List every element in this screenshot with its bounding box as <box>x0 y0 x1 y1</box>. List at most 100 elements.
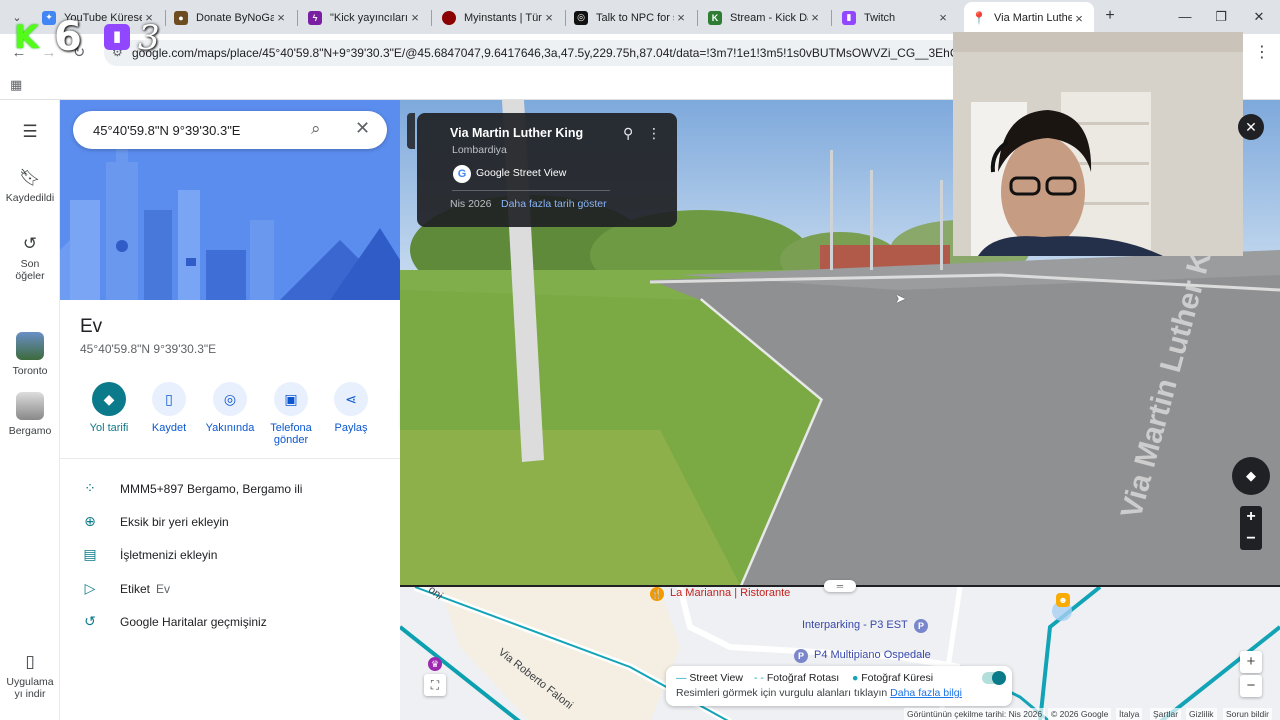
tab-twitch[interactable]: ▮ Twitch × <box>834 4 958 31</box>
parking-p3-label[interactable]: Interparking - P3 EST <box>802 619 908 631</box>
zoom-in-button[interactable]: + <box>1240 506 1262 528</box>
recent-place-bergamo[interactable]: Bergamo <box>0 392 60 437</box>
terms-link[interactable]: Şartlar <box>1150 708 1182 720</box>
close-tab-icon[interactable]: × <box>1072 11 1086 26</box>
place-panel: 45°40'59.8"N 9°39'30.3"E ⌕ ✕ Ev 45°40'59… <box>60 100 400 720</box>
new-tab-button[interactable]: + <box>1100 6 1120 26</box>
add-business-row[interactable]: ▤ İşletmenizi ekleyin <box>60 540 400 570</box>
install-app-button[interactable]: ▯ Uygulama yı indir <box>0 652 60 700</box>
legend-hint-text: Resimleri görmek için vurgulu alanları t… <box>676 687 888 699</box>
expand-map-icon[interactable]: ⛶ <box>424 674 446 696</box>
add-missing-place-text: Eksik bir yeri ekleyin <box>120 515 229 529</box>
install-label-2: yı indir <box>14 688 46 700</box>
more-options-icon[interactable]: ⋮ <box>647 125 661 142</box>
maps-history-row[interactable]: ↺ Google Haritalar geçmişiniz <box>60 607 400 637</box>
pegman-icon[interactable]: ☻ <box>1056 593 1070 607</box>
restaurant-label[interactable]: La Marianna | Ristorante <box>670 587 790 599</box>
plus-code-text: MMM5+897 Bergamo, Bergamo ili <box>120 482 303 496</box>
mini-map-zoom-in-button[interactable]: + <box>1240 651 1262 673</box>
parking-p4-label[interactable]: P4 Multipiano Ospedale <box>814 649 931 661</box>
parking-icon[interactable]: P <box>794 649 808 663</box>
legend-photo-sphere-text: Fotoğraf Küresi <box>861 672 934 684</box>
tab-title: "Kick yayıncıları <box>330 11 408 24</box>
nearby-search-icon: ◎ <box>213 382 247 416</box>
label-value: Ev <box>156 582 171 596</box>
close-tab-icon[interactable]: × <box>808 10 822 25</box>
resize-handle-icon[interactable]: ═ <box>824 580 856 592</box>
close-tab-icon[interactable]: × <box>936 10 950 25</box>
apps-grid-icon[interactable]: ▦ <box>10 77 22 93</box>
google-g-icon: G <box>453 165 471 183</box>
recent-place-toronto[interactable]: Toronto <box>0 332 60 377</box>
restaurant-pin-icon[interactable]: 🍴 <box>650 587 664 601</box>
close-tab-icon[interactable]: × <box>274 10 288 25</box>
overlay-number-six: 6 <box>54 14 82 60</box>
legend-photo-route-text: Fotoğraf Rotası <box>766 672 840 684</box>
maximize-button[interactable]: ❐ <box>1206 6 1236 28</box>
saved-button[interactable]: 🔖︎ Kaydedildi <box>0 168 60 204</box>
close-street-view-button[interactable]: ✕ <box>1238 114 1264 140</box>
tab-myinstants[interactable]: Myinstants | Türk × <box>434 4 564 31</box>
tab-talk-to-npc[interactable]: ◎ Talk to NPC for s × <box>566 4 696 31</box>
url-text[interactable]: google.com/maps/place/45°40'59.8"N+9°39'… <box>132 46 954 60</box>
send-to-phone-button[interactable]: ▣ Telefona gönder <box>259 382 323 446</box>
saved-label: Kaydedildi <box>5 192 55 204</box>
add-missing-place-row[interactable]: ⊕ Eksik bir yeri ekleyin <box>60 507 400 537</box>
street-view-info-card: Via Martin Luther King Lombardiya G Goog… <box>417 113 677 227</box>
minimize-button[interactable]: — <box>1170 6 1200 28</box>
window-close-button[interactable]: ✕ <box>1244 6 1274 28</box>
plus-code-row[interactable]: ⁘ MMM5+897 Bergamo, Bergamo ili <box>60 474 400 504</box>
divider <box>452 190 610 191</box>
tab-title: Donate ByNoGame <box>196 11 274 24</box>
learn-more-link[interactable]: Daha fazla bilgi <box>890 687 962 699</box>
search-input[interactable]: 45°40'59.8"N 9°39'30.3"E <box>93 123 240 138</box>
street-view-back-tab[interactable] <box>407 113 415 149</box>
compass-icon[interactable]: ◆ <box>1232 457 1270 495</box>
recent-button[interactable]: ↺ Son öğeler <box>0 234 60 282</box>
bookmark-icon: ▯ <box>152 382 186 416</box>
label-icon: ▷ <box>84 580 96 596</box>
coverage-toggle[interactable] <box>982 671 1006 685</box>
zoom-out-button[interactable]: − <box>1240 528 1262 550</box>
search-icon[interactable]: ⌕ <box>311 119 321 139</box>
save-label: Kaydet <box>151 422 187 434</box>
nearby-button[interactable]: ◎ Yakınında <box>198 382 262 434</box>
search-box[interactable]: 45°40'59.8"N 9°39'30.3"E ⌕ ✕ <box>73 111 387 149</box>
menu-button[interactable]: ☰ <box>0 122 60 146</box>
directions-label: Yol tarifi <box>89 422 129 434</box>
twitch-icon: ▮ <box>842 10 856 25</box>
recent-label-2: öğeler <box>15 270 45 282</box>
share-label: Paylaş <box>334 422 368 434</box>
parking-icon[interactable]: P <box>914 619 928 633</box>
close-tab-icon[interactable]: × <box>542 10 556 25</box>
street-view-provider: Google Street View <box>476 167 567 179</box>
close-tab-icon[interactable]: × <box>674 10 688 25</box>
location-pin-icon[interactable]: ⚲ <box>623 125 633 142</box>
place-pin-icon[interactable]: ♛ <box>428 657 442 671</box>
street-view-title: Via Martin Luther King <box>450 126 584 140</box>
kick-icon: K <box>708 10 722 25</box>
add-business-text: İşletmenizi ekleyin <box>120 548 218 562</box>
save-button[interactable]: ▯ Kaydet <box>137 382 201 434</box>
close-tab-icon[interactable]: × <box>408 10 422 25</box>
country-link[interactable]: İtalya <box>1116 708 1143 720</box>
more-dates-link[interactable]: Daha fazla tarih göster <box>501 198 607 210</box>
mini-map-zoom-out-button[interactable]: − <box>1240 675 1262 697</box>
bergamo-label: Bergamo <box>8 425 52 437</box>
copyright-text: © 2026 Google <box>1048 708 1112 720</box>
report-problem-link[interactable]: Sorun bildir <box>1223 708 1272 720</box>
clear-search-icon[interactable]: ✕ <box>355 118 370 139</box>
action-buttons: ◆ Yol tarifi ▯ Kaydet ◎ Yakınında ▣ Tele… <box>60 382 400 458</box>
share-button[interactable]: ⋖ Paylaş <box>319 382 383 434</box>
legend-street-view: — Street View <box>676 672 743 684</box>
tab-bynogame[interactable]: ● Donate ByNoGame × <box>166 4 296 31</box>
directions-button[interactable]: ◆ Yol tarifi <box>77 382 141 434</box>
tab-google-maps-active[interactable]: 📍 Via Martin Luthe × <box>964 2 1094 34</box>
privacy-link[interactable]: Gizlilik <box>1186 708 1217 720</box>
tab-kick-streamers[interactable]: ϟ "Kick yayıncıları × <box>300 4 430 31</box>
label-row[interactable]: ▷ Etiket Ev <box>60 574 400 604</box>
browser-menu-icon[interactable]: ⋮ <box>1254 42 1270 62</box>
tab-kick-dashboard[interactable]: K Stream - Kick Das × <box>700 4 830 31</box>
bookmark-icon: 🔖︎ <box>19 168 41 187</box>
install-label: Uygulama <box>6 676 54 688</box>
